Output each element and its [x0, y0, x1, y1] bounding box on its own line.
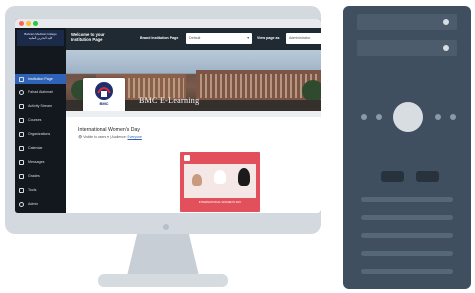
drive-light-icon — [443, 19, 449, 25]
post-meta: 👁 Visible to users ▾ | Audience: Everyon… — [78, 135, 142, 139]
sidebar-item-organizations[interactable]: Organizations — [15, 129, 66, 139]
activity-icon — [19, 103, 24, 109]
sidebar-item-profile[interactable]: Fahad Alahmari — [15, 87, 66, 97]
sidebar-item-institution-page[interactable]: Institution Page — [15, 74, 66, 84]
woman-figure-icon — [238, 168, 250, 186]
sidebar-item-courses[interactable]: Courses — [15, 115, 66, 125]
monitor-stand-base — [98, 274, 228, 287]
banner-title: BMC E-Learning — [139, 96, 200, 105]
sidebar-item-calendar[interactable]: Calendar — [15, 143, 66, 153]
view-as-select[interactable]: Administrator — [286, 33, 321, 44]
brand-select-label: Brand Institution Page — [140, 36, 179, 40]
page-title: Welcome to your Institution Page — [71, 32, 105, 42]
bmc-logo-text: BMC — [99, 101, 109, 106]
vent-slot — [361, 197, 453, 202]
user-icon — [19, 89, 24, 95]
drive-light-icon — [443, 45, 449, 51]
content-divider — [66, 111, 321, 117]
grades-icon — [19, 173, 24, 179]
visibility-label[interactable]: Visible to users — [83, 135, 106, 139]
monitor: Bahrain Medical College كلية البحرين الط… — [5, 6, 321, 234]
audience-label: Audience: — [111, 135, 127, 139]
drive-bay — [357, 14, 457, 30]
woman-figure-icon — [192, 174, 202, 186]
sidebar-item-label: Admin — [28, 202, 39, 206]
banner-building-windows — [200, 74, 318, 98]
institution-icon — [19, 76, 24, 82]
post-title[interactable]: International Women's Day — [78, 127, 140, 133]
bmc-logo: BMC — [83, 78, 125, 111]
messages-icon — [19, 159, 24, 165]
institution-logo[interactable]: Bahrain Medical College كلية البحرين الط… — [17, 30, 64, 46]
post-card-caption: INTERNATIONAL WOMEN'S DAY — [198, 200, 242, 204]
chevron-down-icon: ▾ — [247, 36, 249, 40]
vent-slot — [361, 215, 453, 220]
sidebar-item-label: Calendar — [28, 146, 43, 150]
sidebar-item-label: Activity Stream — [28, 104, 52, 108]
card-logo-icon — [184, 155, 190, 161]
computer-tower — [343, 6, 471, 289]
close-window-button[interactable] — [19, 21, 24, 26]
courses-icon — [19, 117, 24, 123]
sidebar-item-messages[interactable]: Messages — [15, 157, 66, 167]
sidebar-item-activity-stream[interactable]: Activity Stream — [15, 101, 66, 111]
sidebar-item-label: Courses — [28, 118, 42, 122]
monitor-stand-neck — [127, 234, 199, 276]
sidebar-item-label: Fahad Alahmari — [28, 90, 54, 94]
post-image — [184, 164, 256, 198]
usb-port[interactable] — [416, 171, 439, 182]
chevron-down-icon: ▾ — [107, 135, 109, 139]
woman-figure-icon — [214, 170, 226, 184]
sidebar-item-label: Grades — [28, 174, 40, 178]
sidebar-item-admin[interactable]: Admin — [15, 199, 66, 209]
page-header: Welcome to your Institution Page Brand I… — [66, 28, 321, 50]
indicator-light-icon — [435, 114, 441, 120]
usb-port[interactable] — [381, 171, 404, 182]
audience-link[interactable]: Everyone — [128, 135, 142, 139]
institution-banner: BMC BMC E-Learning — [66, 50, 321, 111]
post-image-card[interactable]: INTERNATIONAL WOMEN'S DAY — [180, 152, 260, 212]
indicator-light-icon — [376, 114, 382, 120]
indicator-light-icon — [450, 114, 456, 120]
logo-subtext: كلية البحرين الطبية — [28, 36, 53, 40]
maximize-window-button[interactable] — [33, 21, 38, 26]
sidebar-item-label: Organizations — [28, 132, 51, 136]
sidebar-item-label: Tools — [28, 188, 37, 192]
sidebar-item-tools[interactable]: Tools — [15, 185, 66, 195]
organizations-icon — [19, 131, 24, 137]
banner-tree — [302, 80, 321, 102]
monitor-logo-dot — [163, 224, 169, 230]
eye-icon: 👁 — [78, 135, 83, 139]
vent-slot — [361, 233, 453, 238]
sidebar-item-label: Messages — [28, 160, 45, 164]
brand-select-value: Default — [189, 36, 201, 40]
brand-select[interactable]: Default ▾ — [186, 33, 252, 44]
view-as-label: View page as — [257, 36, 280, 40]
main-content: International Women's Day 👁 Visible to u… — [66, 111, 321, 213]
minimize-window-button[interactable] — [26, 21, 31, 26]
bmc-emblem-icon — [95, 82, 113, 100]
tools-icon — [19, 187, 24, 193]
calendar-icon — [19, 145, 24, 151]
sidebar-item-grades[interactable]: Grades — [15, 171, 66, 181]
vent-slot — [361, 269, 453, 274]
sidebar: Bahrain Medical College كلية البحرين الط… — [15, 28, 66, 213]
power-button[interactable] — [393, 102, 423, 132]
monitor-screen: Bahrain Medical College كلية البحرين الط… — [15, 19, 321, 213]
sidebar-item-label: Institution Page — [28, 77, 53, 81]
view-as-value: Administrator — [289, 36, 311, 40]
vent-slot — [361, 251, 453, 256]
admin-icon — [19, 201, 24, 207]
indicator-light-icon — [361, 114, 367, 120]
browser-chrome-bar — [15, 19, 321, 28]
drive-bay — [357, 40, 457, 56]
